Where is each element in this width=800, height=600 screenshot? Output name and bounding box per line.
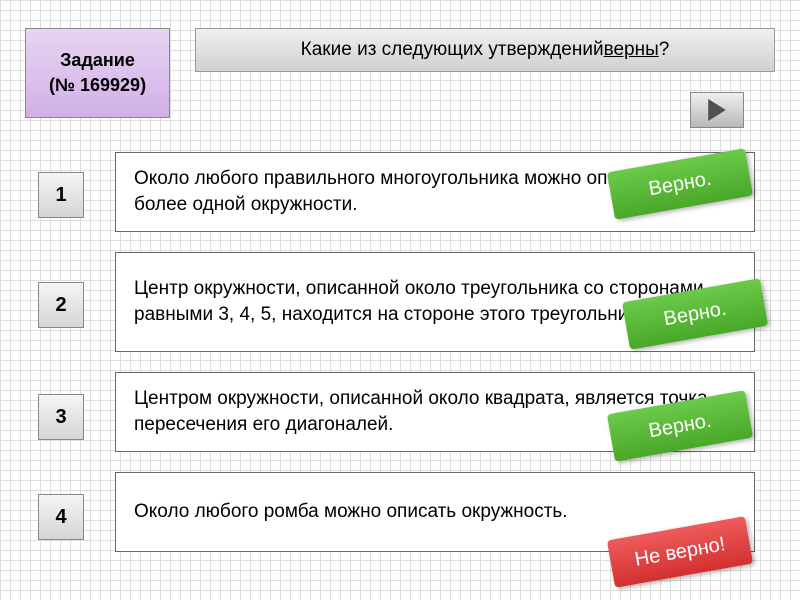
option-button-2[interactable]: 2 xyxy=(38,282,84,328)
question-emphasis: верны xyxy=(604,39,659,61)
task-panel: Задание (№ 169929) xyxy=(25,28,170,118)
option-number: 2 xyxy=(55,294,66,317)
next-button[interactable] xyxy=(690,92,744,128)
question-prefix: Какие из следующих утверждений xyxy=(301,39,604,61)
task-number: (№ 169929) xyxy=(49,73,146,98)
option-number: 1 xyxy=(55,184,66,207)
play-icon xyxy=(706,99,728,121)
option-number: 4 xyxy=(55,506,66,529)
option-button-3[interactable]: 3 xyxy=(38,394,84,440)
question-panel: Какие из следующих утверждений верны ? xyxy=(195,28,775,72)
option-button-1[interactable]: 1 xyxy=(38,172,84,218)
task-label: Задание xyxy=(60,48,135,73)
option-number: 3 xyxy=(55,406,66,429)
question-suffix: ? xyxy=(659,39,670,61)
option-button-4[interactable]: 4 xyxy=(38,494,84,540)
